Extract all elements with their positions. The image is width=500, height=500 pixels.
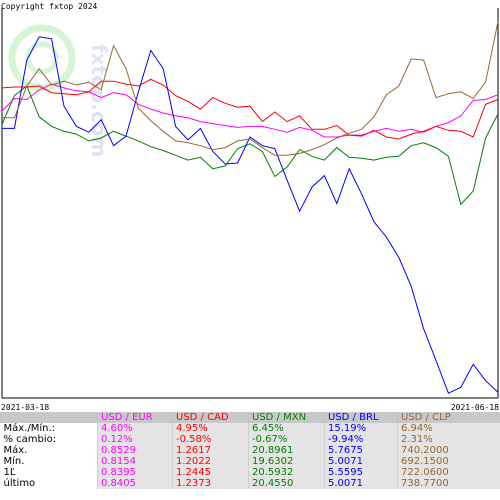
table-cell: 20.4550 <box>248 478 325 489</box>
table-cell: 5.7675 <box>324 445 398 456</box>
row-label: 1Ľ <box>0 467 98 478</box>
table-cell: 1.2022 <box>172 456 249 467</box>
table-header-blank <box>0 412 98 423</box>
table-cell: 1.2617 <box>172 445 249 456</box>
table-row: Máx. 0.8529 1.2617 20.8961 5.7675 740.2000 <box>0 445 500 456</box>
table-header-mxn: USD / MXN <box>248 412 325 423</box>
copyright-text: Copyright fxtop 2024 <box>1 2 98 11</box>
table-header-clp: USD / CLP <box>397 412 500 423</box>
table-cell: 0.8529 <box>97 445 173 456</box>
series-layer <box>1 21 499 394</box>
table-cell: 0.8154 <box>97 456 173 467</box>
series-line-usdclp <box>2 21 499 156</box>
row-label: Máx. <box>0 445 98 456</box>
table-cell: -9.94% <box>324 434 398 445</box>
table-header-row: USD / EUR USD / CAD USD / MXN USD / BRL … <box>0 412 500 423</box>
table-cell: 4.60% <box>97 423 173 434</box>
table-cell: 740.2000 <box>397 445 500 456</box>
table-row: último 0.8405 1.2373 20.4550 5.0071 738.7700 <box>0 478 500 489</box>
table-cell: 4.95% <box>172 423 249 434</box>
series-line-usdeur <box>1 83 499 138</box>
table-cell: 2.31% <box>397 434 500 445</box>
table-cell: 1.2445 <box>172 467 249 478</box>
table-cell: 722.0600 <box>397 467 500 478</box>
line-chart: Copyright fxtop 2024 fxtop.com 2021-03-1… <box>1 2 499 412</box>
table-cell: 0.8405 <box>97 478 173 489</box>
table-cell: -0.58% <box>172 434 249 445</box>
row-label: último <box>0 478 98 489</box>
table-cell: -0.67% <box>248 434 325 445</box>
table-header-cad: USD / CAD <box>172 412 249 423</box>
table-cell: 6.45% <box>248 423 325 434</box>
table-cell: 5.0071 <box>324 478 398 489</box>
table-row: Máx./Mín.: 4.60% 4.95% 6.45% 15.19% 6.94% <box>0 423 500 434</box>
table-cell: 738.7700 <box>397 478 500 489</box>
x-tick-start: 2021-03-18 <box>1 403 49 412</box>
table-cell: 0.12% <box>97 434 173 445</box>
row-label: Mín. <box>0 456 98 467</box>
stats-table: USD / EUR USD / CAD USD / MXN USD / BRL … <box>0 412 500 489</box>
row-label: % cambio: <box>0 434 98 445</box>
table-cell: 6.94% <box>397 423 500 434</box>
table-header-brl: USD / BRL <box>324 412 398 423</box>
table-row: Mín. 0.8154 1.2022 19.6302 5.0071 692.1500 <box>0 456 500 467</box>
table-cell: 5.0071 <box>324 456 398 467</box>
table-cell: 5.5595 <box>324 467 398 478</box>
table-cell: 20.5932 <box>248 467 325 478</box>
table-cell: 15.19% <box>324 423 398 434</box>
table-cell: 692.1500 <box>397 456 500 467</box>
table-cell: 20.8961 <box>248 445 325 456</box>
table-row: 1Ľ 0.8395 1.2445 20.5932 5.5595 722.0600 <box>0 467 500 478</box>
x-tick-end: 2021-06-18 <box>451 403 499 412</box>
table-header-eur: USD / EUR <box>97 412 173 423</box>
series-line-usdmxn <box>1 85 499 206</box>
series-line-usdcad <box>1 78 499 140</box>
table-cell: 1.2373 <box>172 478 249 489</box>
table-row: % cambio: 0.12% -0.58% -0.67% -9.94% 2.31% <box>0 434 500 445</box>
row-label: Máx./Mín.: <box>0 423 98 434</box>
table-cell: 0.8395 <box>97 467 173 478</box>
table-cell: 19.6302 <box>248 456 325 467</box>
